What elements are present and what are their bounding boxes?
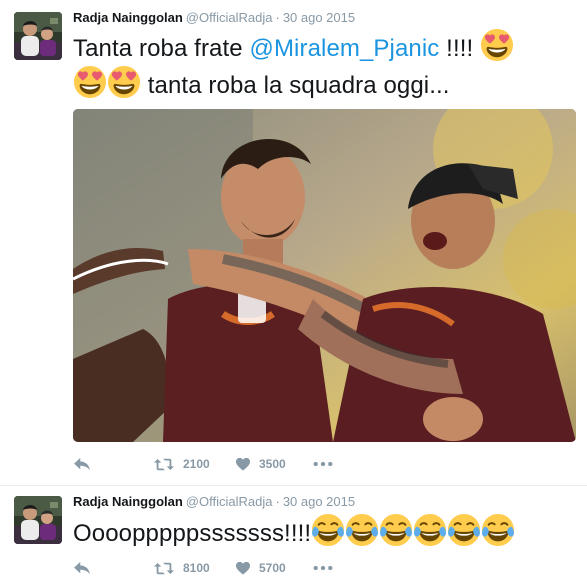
tweet-header: Radja Nainggolan @OfficialRadja · 30 ago 20…: [73, 9, 355, 29]
tweet-header: Radja Nainggolan @OfficialRadja · 30 ago 20…: [73, 493, 355, 513]
tears-of-joy-emoji: [345, 513, 379, 547]
more-button[interactable]: [313, 565, 333, 571]
reply-icon: [73, 561, 91, 575]
tweet-text-line2: tanta roba la squadra oggi...: [141, 72, 450, 99]
like-button[interactable]: 3500: [235, 457, 313, 471]
tweet-photo[interactable]: [73, 109, 576, 442]
tweet-actions: 2100 3500: [73, 454, 333, 474]
heart-eyes-emoji: [107, 65, 141, 99]
separator: ·: [275, 494, 280, 509]
heart-icon: [235, 457, 251, 471]
reply-icon: [73, 457, 91, 471]
heart-icon: [235, 561, 251, 575]
retweet-count: 2100: [183, 457, 210, 471]
tweet-text-start: Tanta roba frate: [73, 35, 250, 62]
tweet-date[interactable]: 30 ago 2015: [283, 494, 355, 509]
timeline: Radja Nainggolan @OfficialRadja · 30 ago 20…: [0, 0, 587, 588]
retweet-button[interactable]: 2100: [153, 457, 235, 472]
tweet[interactable]: Radja Nainggolan @OfficialRadja · 30 ago 20…: [0, 0, 587, 486]
tears-of-joy-emoji: [379, 513, 413, 547]
tweet-text-body: Oooopppppsssssss!!!!: [73, 520, 312, 547]
author-name[interactable]: Radja Nainggolan: [73, 10, 183, 25]
separator: ·: [275, 10, 280, 25]
tweet-text-exclaim: !!!!: [439, 35, 474, 62]
tears-of-joy-emoji: [481, 513, 515, 547]
tears-of-joy-emoji: [311, 513, 345, 547]
retweet-icon: [153, 457, 175, 472]
reply-button[interactable]: [73, 561, 153, 575]
tweet-text: Oooopppppsssssss!!!!: [73, 513, 583, 550]
avatar[interactable]: [14, 12, 62, 60]
like-count: 5700: [259, 561, 286, 575]
tweet-actions: 8100 5700: [73, 558, 333, 578]
heart-eyes-emoji: [480, 28, 514, 62]
more-button[interactable]: [313, 461, 333, 467]
retweet-button[interactable]: 8100: [153, 561, 235, 576]
tweet-text: Tanta roba frate @Miralem_Pjanic !!!! ta…: [73, 28, 573, 102]
reply-button[interactable]: [73, 457, 153, 471]
photo-image: [73, 109, 576, 442]
mention-link[interactable]: @Miralem_Pjanic: [249, 35, 439, 62]
author-handle[interactable]: @OfficialRadja: [186, 10, 273, 25]
more-icon: [313, 461, 333, 467]
like-count: 3500: [259, 457, 286, 471]
heart-eyes-emoji: [73, 65, 107, 99]
author-name[interactable]: Radja Nainggolan: [73, 494, 183, 509]
avatar[interactable]: [14, 496, 62, 544]
like-button[interactable]: 5700: [235, 561, 313, 575]
tweet[interactable]: Radja Nainggolan @OfficialRadja · 30 ago 20…: [0, 486, 587, 588]
retweet-icon: [153, 561, 175, 576]
author-handle[interactable]: @OfficialRadja: [186, 494, 273, 509]
tears-of-joy-emoji: [413, 513, 447, 547]
tears-of-joy-emoji: [447, 513, 481, 547]
retweet-count: 8100: [183, 561, 210, 575]
tweet-date[interactable]: 30 ago 2015: [283, 10, 355, 25]
more-icon: [313, 565, 333, 571]
